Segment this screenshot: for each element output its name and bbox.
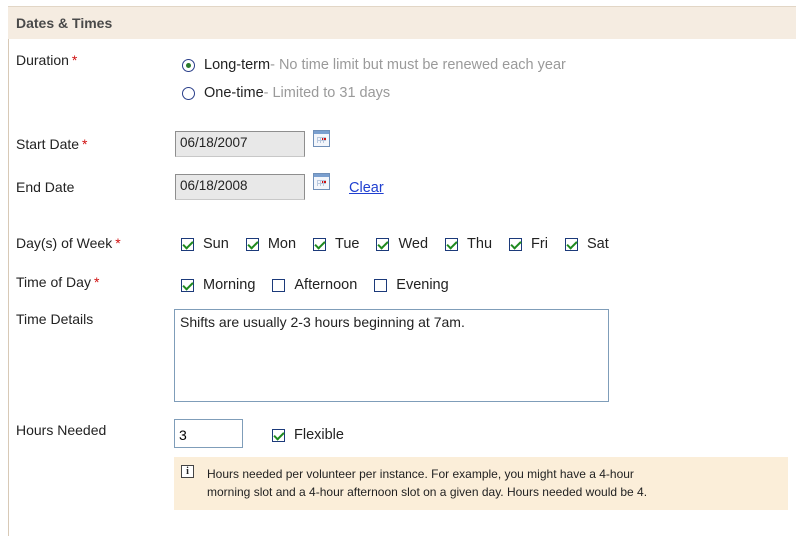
day-thu[interactable]: Thu [445, 236, 492, 252]
flexible-checkbox[interactable] [272, 428, 285, 442]
duration-option-one-time[interactable]: One-time - Limited to 31 days [182, 85, 390, 101]
wed-checkbox[interactable] [376, 237, 390, 251]
mon-label: Mon [267, 236, 297, 252]
required-mark: * [82, 136, 88, 152]
mon-checkbox[interactable] [245, 237, 259, 251]
morning-checkbox[interactable] [181, 278, 194, 292]
end-date-label: End Date [16, 179, 75, 195]
info-text: Hours needed per volunteer per instance.… [207, 465, 782, 501]
fri-label: Fri [531, 236, 548, 252]
info-icon: i [181, 465, 194, 478]
duration-label-text: Duration [16, 52, 69, 68]
clear-link[interactable]: Clear [349, 180, 384, 196]
wed-label: Wed [398, 236, 429, 252]
day-sun[interactable]: Sun [181, 236, 229, 252]
section-title: Dates & Times [16, 15, 113, 31]
time-of-day-label: Time of Day * [16, 274, 99, 290]
sat-label: Sat [586, 236, 609, 252]
morning-label: Morning [203, 277, 256, 293]
sun-label: Sun [203, 236, 229, 252]
start-date-label: Start Date * [16, 136, 87, 152]
start-date-field[interactable]: 06/18/2007 [175, 131, 305, 157]
required-mark: * [93, 274, 100, 290]
sun-checkbox[interactable] [181, 237, 194, 251]
flexible-toggle[interactable]: Flexible [272, 427, 344, 443]
afternoon-checkbox[interactable] [272, 278, 286, 292]
section-header: Dates & Times [8, 6, 796, 39]
fri-checkbox[interactable] [509, 237, 523, 251]
hours-info-note: i Hours needed per volunteer per instanc… [174, 457, 788, 510]
one-time-label: One-time [204, 85, 264, 101]
tue-label: Tue [335, 236, 360, 252]
afternoon-label: Afternoon [294, 277, 358, 293]
one-time-hint: - Limited to 31 days [263, 85, 391, 101]
calendar-icon[interactable] [313, 130, 330, 147]
time-evening[interactable]: Evening [374, 277, 449, 293]
calendar-icon[interactable] [313, 173, 330, 190]
evening-checkbox[interactable] [374, 278, 388, 292]
day-mon[interactable]: Mon [245, 236, 297, 252]
flexible-option[interactable]: Flexible [272, 427, 361, 443]
day-fri[interactable]: Fri [509, 236, 548, 252]
time-afternoon[interactable]: Afternoon [272, 277, 357, 293]
days-of-week-label-text: Day(s) of Week [16, 235, 113, 251]
evening-label: Evening [396, 277, 449, 293]
day-tue[interactable]: Tue [313, 236, 359, 252]
end-date-field[interactable]: 06/18/2008 [175, 174, 305, 200]
hours-needed-label: Hours Needed [16, 422, 107, 438]
thu-label: Thu [467, 236, 493, 252]
time-of-day-label-text: Time of Day [16, 274, 91, 290]
days-of-week-group: Sun Mon Tue Wed Thu Fri Sat [181, 236, 626, 252]
time-morning[interactable]: Morning [181, 277, 255, 293]
long-term-radio[interactable] [182, 58, 195, 72]
start-date-label-text: Start Date [16, 136, 80, 152]
hours-needed-input[interactable] [174, 419, 243, 448]
thu-checkbox[interactable] [445, 237, 459, 251]
duration-option-long-term[interactable]: Long-term - No time limit but must be re… [182, 57, 566, 73]
tue-checkbox[interactable] [313, 237, 327, 251]
time-of-day-group: Morning Afternoon Evening [181, 277, 466, 293]
sat-checkbox[interactable] [564, 237, 578, 251]
required-mark: * [115, 235, 121, 251]
day-sat[interactable]: Sat [564, 236, 609, 252]
info-line-1: Hours needed per volunteer per instance.… [207, 467, 634, 481]
long-term-label: Long-term [204, 57, 271, 73]
required-mark: * [71, 52, 78, 68]
day-wed[interactable]: Wed [376, 236, 428, 252]
time-details-textarea[interactable]: Shifts are usually 2-3 hours beginning a… [174, 309, 609, 402]
one-time-radio[interactable] [182, 86, 195, 100]
time-details-label: Time Details [16, 311, 94, 327]
info-line-2: morning slot and a 4-hour afternoon slot… [207, 485, 648, 499]
duration-label: Duration * [16, 52, 77, 68]
flexible-label: Flexible [294, 427, 344, 443]
days-of-week-label: Day(s) of Week * [16, 235, 121, 251]
long-term-hint: - No time limit but must be renewed each… [270, 57, 566, 73]
